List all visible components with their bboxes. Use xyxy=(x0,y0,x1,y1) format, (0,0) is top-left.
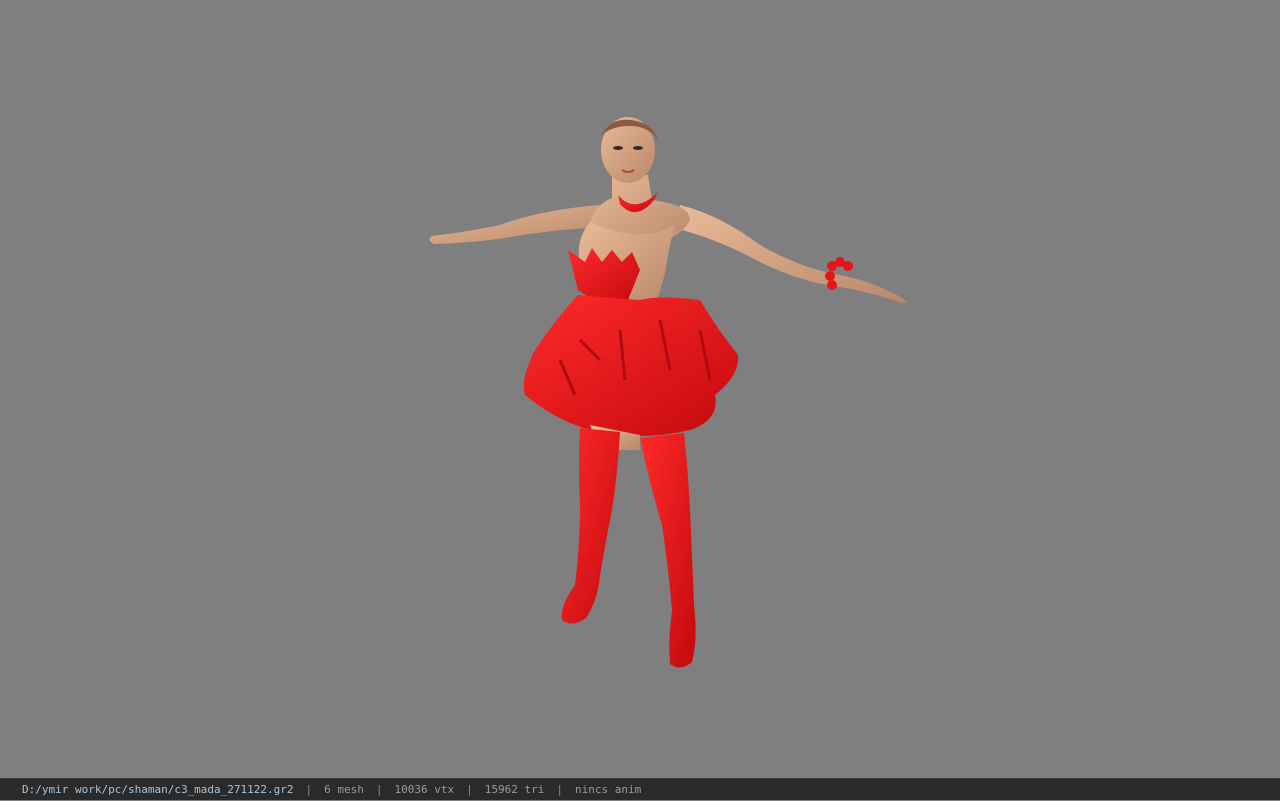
status-bar: D:/ymir work/pc/shaman/c3_mada_271122.gr… xyxy=(0,778,1280,800)
3d-viewport[interactable] xyxy=(0,0,1280,778)
model-right-arm xyxy=(675,205,906,303)
separator: | xyxy=(556,782,563,796)
model-right-boot xyxy=(640,433,696,668)
animation-status-label: nincs anim xyxy=(575,782,642,796)
separator: | xyxy=(466,782,473,796)
mesh-count-label: 6 mesh xyxy=(324,782,364,796)
model-eye-left xyxy=(613,146,623,150)
separator: | xyxy=(375,782,383,796)
separator: | xyxy=(305,782,313,796)
model-left-boot xyxy=(561,428,620,624)
model-left-arm xyxy=(429,205,600,244)
triangle-count-label: 15962 tri xyxy=(484,782,545,796)
model-eye-right xyxy=(633,146,643,150)
character-model xyxy=(429,117,906,668)
vertex-count-label: 10036 vtx xyxy=(394,782,455,796)
file-path-label: D:/ymir work/pc/shaman/c3_mada_271122.gr… xyxy=(22,782,294,796)
